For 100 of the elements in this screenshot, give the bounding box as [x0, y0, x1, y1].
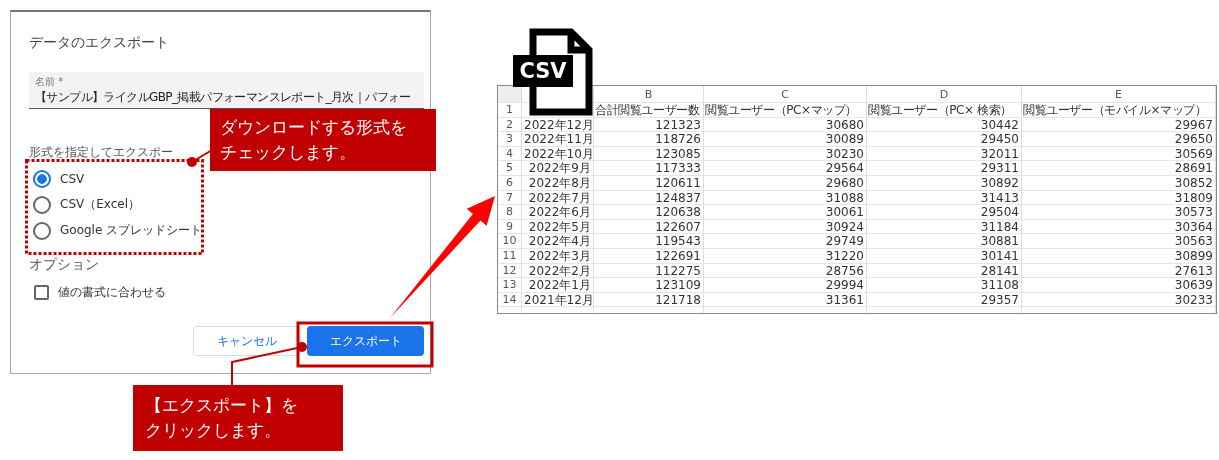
table-cell: 30899 [1022, 248, 1216, 264]
checkbox-label: 値の書式に合わせる [58, 284, 166, 301]
table-cell: 31413 [867, 190, 1022, 206]
row-number: 4 [498, 146, 522, 162]
radio-button[interactable] [33, 221, 51, 240]
table-cell: 29749 [704, 234, 867, 249]
table-cell: 122607 [594, 219, 704, 235]
table-cell: 30924 [704, 219, 867, 235]
table-cell: 123109 [594, 278, 704, 293]
table-cell: 28756 [704, 263, 867, 279]
table-cell: 合計閲覧ユーザー数 [594, 103, 704, 118]
table-cell: 124837 [594, 190, 704, 206]
radio-button[interactable] [33, 169, 51, 188]
table-cell: 2022年11月 [522, 132, 594, 147]
table-cell: 27613 [1022, 263, 1216, 279]
row-number: 5 [498, 161, 522, 176]
table-cell: 30089 [704, 132, 867, 147]
table-cell: 30364 [1022, 219, 1216, 235]
table-cell: 31809 [1022, 190, 1216, 206]
table-cell: 112275 [594, 263, 704, 279]
table-cell: 閲覧ユーザー（PC×マップ） [704, 103, 867, 118]
table-cell: 30852 [1022, 175, 1216, 191]
table-cell: 30230 [704, 146, 867, 162]
row-number: 10 [498, 234, 522, 249]
table-cell: 118726 [594, 132, 704, 147]
row-number: 14 [498, 292, 522, 308]
table-cell: 30061 [704, 205, 867, 220]
section-heading: 形式を指定してエクスポー [29, 144, 173, 161]
table-cell: 2022年3月 [522, 248, 594, 264]
table-cell: 32011 [867, 146, 1022, 162]
table-cell: 29994 [704, 278, 867, 293]
radio-button[interactable] [33, 195, 51, 214]
table-cell: 29504 [867, 205, 1022, 220]
table-cell: 29650 [1022, 132, 1216, 147]
table-cell: 31184 [867, 219, 1022, 235]
table-cell: 2022年12月 [522, 117, 594, 133]
table-cell: 30680 [704, 117, 867, 133]
table-cell: 2022年6月 [522, 205, 594, 220]
table-cell: 2021年12月 [522, 292, 594, 308]
field-value: 【サンプル】ライクルGBP_掲載パフォーマンスレポート_月次｜パフォー [35, 89, 412, 106]
column-header: B [594, 86, 704, 103]
table-cell: 30573 [1022, 205, 1216, 220]
column-header: C [704, 86, 867, 103]
table-cell: 30892 [867, 175, 1022, 191]
radio-label: CSV [60, 171, 85, 186]
dialog-title: データのエクスポート [29, 34, 170, 52]
row-number: 6 [498, 175, 522, 191]
table-cell: 120611 [594, 175, 704, 191]
table-cell: 28691 [1022, 161, 1216, 176]
table-cell: 30569 [1022, 146, 1216, 162]
row-number: 11 [498, 248, 522, 264]
table-cell: 30442 [867, 117, 1022, 133]
column-header: E [1022, 86, 1216, 103]
field-label: 名前 * [35, 76, 65, 88]
row-number: 1 [498, 103, 522, 118]
table-cell: 2022年5月 [522, 219, 594, 235]
callout: 【エクスポート】をクリックします。 [133, 385, 343, 451]
checkbox[interactable] [34, 285, 49, 300]
row-number: 12 [498, 263, 522, 279]
name-field[interactable]: 名前 * 【サンプル】ライクルGBP_掲載パフォーマンスレポート_月次｜パフォー [29, 72, 424, 109]
table-cell: 29357 [867, 292, 1022, 308]
callout: ダウンロードする形式をチェックします。 [210, 109, 436, 171]
table-cell: 2022年8月 [522, 175, 594, 191]
column-header: D [867, 86, 1022, 103]
table-cell: 2022年2月 [522, 263, 594, 279]
table-cell: 閲覧ユーザー（PC× 検索） [867, 103, 1022, 118]
row-number: 8 [498, 205, 522, 220]
table-cell: 30141 [867, 248, 1022, 264]
table-cell: 2022年4月 [522, 234, 594, 249]
table-cell: 29680 [704, 175, 867, 191]
table-cell: 123085 [594, 146, 704, 162]
corner-cell[interactable] [498, 86, 522, 103]
row-number: 9 [498, 219, 522, 235]
table-cell: 29967 [1022, 117, 1216, 133]
row-number: 3 [498, 132, 522, 147]
table-cell: 31220 [704, 248, 867, 264]
row-number: 13 [498, 278, 522, 293]
table-cell: 31108 [867, 278, 1022, 293]
table-cell: 31361 [704, 292, 867, 308]
table-cell: 29311 [867, 161, 1022, 176]
table-cell: 120638 [594, 205, 704, 220]
cancel-button[interactable]: キャンセル [193, 326, 301, 356]
row-number: 7 [498, 190, 522, 206]
table-cell: 29564 [704, 161, 867, 176]
table-cell: 30881 [867, 234, 1022, 249]
section-heading: オプション [29, 256, 99, 274]
table-cell: 121718 [594, 292, 704, 308]
table-cell: 30233 [1022, 292, 1216, 308]
table-cell: 閲覧ユーザー（モバイル×マップ） [1022, 103, 1216, 118]
table-cell: 119543 [594, 234, 704, 249]
file-type-label: CSV [518, 58, 568, 85]
table-cell: 2022年1月 [522, 278, 594, 293]
table-cell: 2022年9月 [522, 161, 594, 176]
radio-label: CSV（Excel） [60, 196, 140, 213]
row-number: 2 [498, 117, 522, 133]
table-cell: 29450 [867, 132, 1022, 147]
table-cell: 2022年7月 [522, 190, 594, 206]
table-cell: 31088 [704, 190, 867, 206]
export-button[interactable]: エクスポート [307, 326, 424, 356]
table-cell: 122691 [594, 248, 704, 264]
